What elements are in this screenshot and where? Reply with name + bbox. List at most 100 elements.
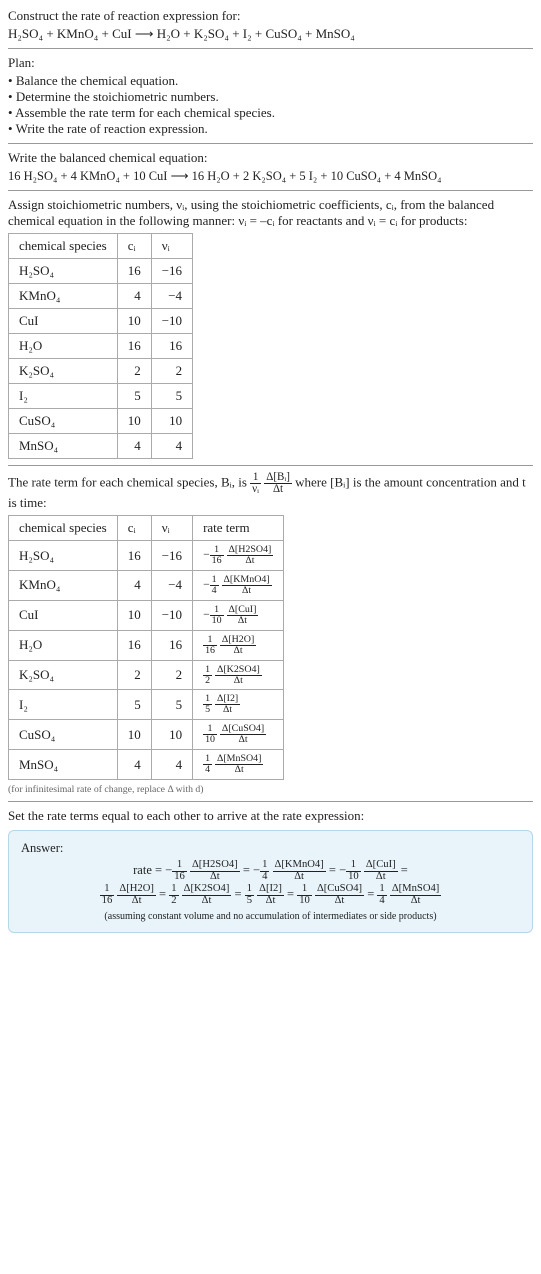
- cell-rate-term: −110 Δ[CuI]Δt: [193, 600, 284, 630]
- cell-c: 4: [117, 434, 151, 459]
- table-row: I₂55: [9, 384, 193, 409]
- cell-c: 10: [117, 309, 151, 334]
- table-row: H₂SO₄16−16: [9, 259, 193, 284]
- plan-item: Write the rate of reaction expression.: [8, 121, 533, 137]
- cell-nu: 10: [151, 409, 192, 434]
- cell-species: H₂O: [9, 630, 118, 660]
- table-row: H₂O1616: [9, 334, 193, 359]
- cell-nu: 16: [151, 334, 192, 359]
- cell-nu: 10: [151, 720, 192, 750]
- table-header-row: chemical species cᵢ νᵢ: [9, 234, 193, 259]
- intro-line1: Construct the rate of reaction expressio…: [8, 8, 533, 24]
- cell-species: MnSO₄: [9, 750, 118, 780]
- divider: [8, 143, 533, 144]
- cell-species: H₂SO₄: [9, 541, 118, 571]
- plan-heading: Plan:: [8, 55, 533, 71]
- answer-box: Answer: rate = −116 Δ[H2SO4]Δt = −14 Δ[K…: [8, 830, 533, 933]
- cell-c: 5: [117, 690, 151, 720]
- cell-species: KMnO₄: [9, 284, 118, 309]
- cell-c: 16: [117, 259, 151, 284]
- cell-species: K₂SO₄: [9, 359, 118, 384]
- table-row: H₂SO₄16−16−116 Δ[H2SO4]Δt: [9, 541, 284, 571]
- table-row: CuI10−10: [9, 309, 193, 334]
- intro: Construct the rate of reaction expressio…: [8, 8, 533, 42]
- table-row: MnSO₄44: [9, 434, 193, 459]
- plan-item: Determine the stoichiometric numbers.: [8, 89, 533, 105]
- cell-nu: 5: [151, 690, 192, 720]
- cell-species: K₂SO₄: [9, 660, 118, 690]
- plan-item: Balance the chemical equation.: [8, 73, 533, 89]
- cell-nu: 4: [151, 750, 192, 780]
- rate-term-intro: The rate term for each chemical species,…: [8, 472, 533, 795]
- cell-species: CuSO₄: [9, 409, 118, 434]
- cell-rate-term: 116 Δ[H2O]Δt: [193, 630, 284, 660]
- col-species: chemical species: [9, 516, 118, 541]
- col-nu: νᵢ: [151, 234, 192, 259]
- cell-nu: 4: [151, 434, 192, 459]
- cell-rate-term: −116 Δ[H2SO4]Δt: [193, 541, 284, 571]
- cell-nu: 2: [151, 660, 192, 690]
- divider: [8, 48, 533, 49]
- stoich-table-2: chemical species cᵢ νᵢ rate term H₂SO₄16…: [8, 515, 284, 780]
- rate-intro-pre: The rate term for each chemical species,…: [8, 475, 250, 490]
- col-c: cᵢ: [117, 234, 151, 259]
- cell-c: 10: [117, 720, 151, 750]
- unbalanced-equation: H₂SO₄ + KMnO₄ + CuI ⟶ H₂O + K₂SO₄ + I₂ +…: [8, 26, 533, 42]
- rate-expression-line-2: 116 Δ[H2O]Δt = 12 Δ[K2SO4]Δt = 15 Δ[I2]Δ…: [21, 884, 520, 906]
- cell-nu: 5: [151, 384, 192, 409]
- table-row: CuSO₄1010: [9, 409, 193, 434]
- table-row: MnSO₄4414 Δ[MnSO4]Δt: [9, 750, 284, 780]
- table-row: H₂O1616116 Δ[H2O]Δt: [9, 630, 284, 660]
- plan-section: Plan: Balance the chemical equation. Det…: [8, 55, 533, 137]
- cell-nu: −16: [151, 259, 192, 284]
- table-row: K₂SO₄22: [9, 359, 193, 384]
- table-row: CuSO₄1010110 Δ[CuSO4]Δt: [9, 720, 284, 750]
- infinitesimal-note: (for infinitesimal rate of change, repla…: [8, 784, 533, 795]
- table-header-row: chemical species cᵢ νᵢ rate term: [9, 516, 284, 541]
- cell-species: KMnO₄: [9, 570, 118, 600]
- cell-species: CuI: [9, 309, 118, 334]
- balanced-equation: 16 H₂SO₄ + 4 KMnO₄ + 10 CuI ⟶ 16 H₂O + 2…: [8, 168, 533, 184]
- cell-rate-term: 14 Δ[MnSO4]Δt: [193, 750, 284, 780]
- cell-c: 2: [117, 660, 151, 690]
- cell-nu: 16: [151, 630, 192, 660]
- table-row: KMnO₄4−4: [9, 284, 193, 309]
- cell-nu: −16: [151, 541, 192, 571]
- cell-c: 5: [117, 384, 151, 409]
- cell-nu: −10: [151, 600, 192, 630]
- cell-rate-term: −14 Δ[KMnO4]Δt: [193, 570, 284, 600]
- cell-species: CuI: [9, 600, 118, 630]
- cell-c: 4: [117, 284, 151, 309]
- cell-c: 16: [117, 630, 151, 660]
- table-row: I₂5515 Δ[I2]Δt: [9, 690, 284, 720]
- plan-list: Balance the chemical equation. Determine…: [8, 73, 533, 137]
- cell-c: 2: [117, 359, 151, 384]
- cell-nu: 2: [151, 359, 192, 384]
- cell-nu: −10: [151, 309, 192, 334]
- answer-assumption: (assuming constant volume and no accumul…: [21, 911, 520, 922]
- cell-c: 16: [117, 334, 151, 359]
- cell-rate-term: 110 Δ[CuSO4]Δt: [193, 720, 284, 750]
- table-row: KMnO₄4−4−14 Δ[KMnO4]Δt: [9, 570, 284, 600]
- table-row: K₂SO₄2212 Δ[K2SO4]Δt: [9, 660, 284, 690]
- cell-species: H₂O: [9, 334, 118, 359]
- balanced-section: Write the balanced chemical equation: 16…: [8, 150, 533, 184]
- plan-item: Assemble the rate term for each chemical…: [8, 105, 533, 121]
- cell-species: I₂: [9, 690, 118, 720]
- rate-intro-formula: 1νᵢ Δ[Bᵢ]Δt: [250, 475, 295, 490]
- cell-species: CuSO₄: [9, 720, 118, 750]
- cell-rate-term: 12 Δ[K2SO4]Δt: [193, 660, 284, 690]
- answer-label: Answer:: [21, 841, 520, 856]
- cell-rate-term: 15 Δ[I2]Δt: [193, 690, 284, 720]
- cell-nu: −4: [151, 284, 192, 309]
- cell-species: I₂: [9, 384, 118, 409]
- cell-c: 16: [117, 541, 151, 571]
- divider: [8, 801, 533, 802]
- assign-section: Assign stoichiometric numbers, νᵢ, using…: [8, 197, 533, 459]
- set-equal-text: Set the rate terms equal to each other t…: [8, 808, 533, 824]
- col-rate-term: rate term: [193, 516, 284, 541]
- col-species: chemical species: [9, 234, 118, 259]
- cell-c: 10: [117, 600, 151, 630]
- cell-c: 4: [117, 570, 151, 600]
- cell-species: MnSO₄: [9, 434, 118, 459]
